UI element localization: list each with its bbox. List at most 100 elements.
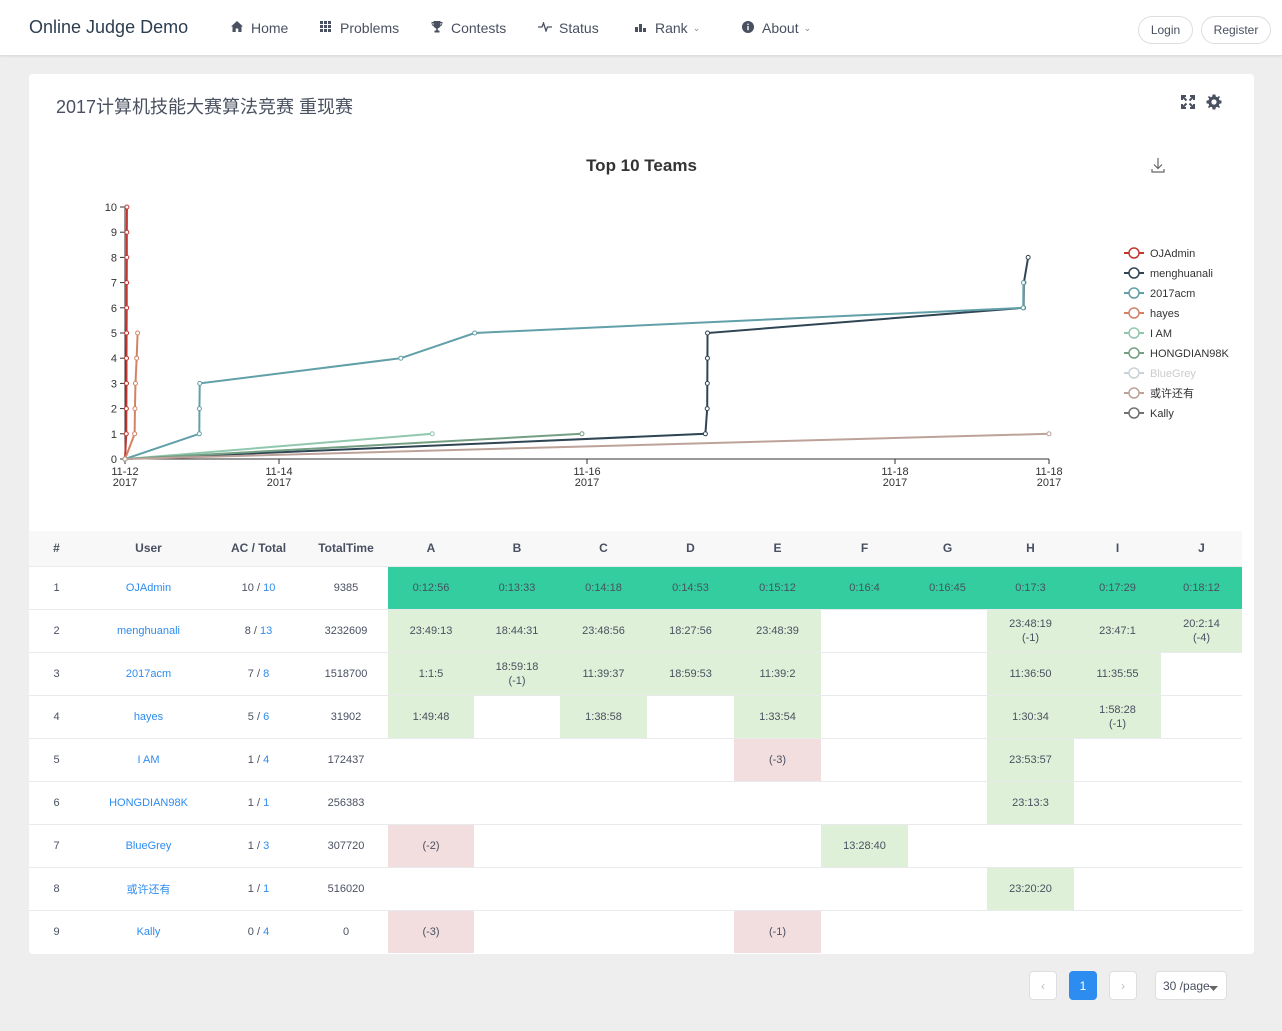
submission-total-link[interactable]: 8 — [263, 668, 269, 680]
total-time-cell: 0 — [304, 909, 388, 953]
ac-total-cell: 1 / 1 — [213, 780, 304, 824]
submission-total-link[interactable]: 4 — [263, 754, 269, 766]
problem-time: 23:48:56 — [582, 624, 625, 637]
chevron-right-icon: › — [1121, 978, 1125, 993]
problem-time: 23:53:57 — [1009, 753, 1052, 766]
problem-time: 0:12:56 — [412, 581, 450, 594]
problem-cell-e — [734, 823, 821, 867]
user-link[interactable]: I AM — [137, 754, 159, 766]
problem-time: 1:49:48 — [412, 710, 450, 723]
problem-cell-h: 11:36:50 — [987, 651, 1074, 695]
problem-time: 18:59:18 — [495, 660, 539, 673]
next-page-button[interactable]: › — [1109, 971, 1137, 1000]
y-tick-label: 6 — [111, 303, 117, 315]
problem-cell-e — [734, 866, 821, 910]
problem-cell-c — [560, 780, 647, 824]
submission-total-link[interactable]: 10 — [263, 582, 275, 594]
nav-problems[interactable]: Problems — [319, 20, 399, 36]
series-point — [1025, 254, 1031, 260]
problem-cell-j — [1161, 823, 1242, 867]
series-point — [1046, 431, 1052, 437]
legend-item[interactable]: OJAdmin — [1124, 247, 1195, 260]
user-cell: 2017acm — [84, 651, 213, 695]
problem-time: (-1) — [768, 925, 787, 938]
series-point — [196, 406, 202, 412]
problem-time: 0:16:45 — [929, 581, 966, 594]
problem-time: 23:47:1 — [1099, 624, 1136, 637]
nav-about[interactable]: About ⌄ — [741, 20, 811, 36]
legend-item[interactable]: 2017acm — [1124, 287, 1195, 300]
rank-cell: 4 — [29, 694, 84, 738]
user-link[interactable]: Kally — [137, 926, 161, 938]
table-row: 5 I AM 1 / 4 172437 (-3) 23:53:57 — [29, 737, 1242, 781]
top-navbar: Online Judge Demo Home Problems Contests… — [0, 0, 1282, 56]
page-size-select[interactable]: 30 /page — [1155, 971, 1227, 1000]
rank-cell: 6 — [29, 780, 84, 824]
table-row: 6 HONGDIAN98K 1 / 1 256383 23:13:3 — [29, 780, 1242, 824]
problem-cell-b — [474, 823, 560, 867]
problem-cell-j — [1161, 694, 1242, 738]
legend-label: OJAdmin — [1150, 248, 1195, 260]
download-icon[interactable] — [1151, 158, 1165, 173]
legend-item[interactable]: BlueGrey — [1124, 367, 1196, 380]
legend-item[interactable]: hayes — [1124, 307, 1180, 320]
user-link[interactable]: 2017acm — [126, 668, 171, 680]
prev-page-button[interactable]: ‹ — [1029, 971, 1057, 1000]
series-point — [124, 204, 130, 210]
problem-cell-c — [560, 866, 647, 910]
problem-time: 23:20:20 — [1009, 882, 1052, 895]
submission-total-link[interactable]: 3 — [263, 840, 269, 852]
x-tick-year: 2017 — [267, 477, 291, 489]
problem-cell-a: 1:1:5 — [388, 651, 474, 695]
user-link[interactable]: 或许还有 — [127, 884, 171, 896]
user-cell: Kally — [84, 909, 213, 953]
problem-time: 0:14:53 — [672, 581, 709, 594]
nav-contests[interactable]: Contests — [430, 20, 506, 36]
legend-item[interactable]: Kally — [1124, 407, 1174, 420]
problem-cell-j — [1161, 909, 1242, 953]
problem-cell-i — [1074, 909, 1161, 953]
problem-cell-j — [1161, 780, 1242, 824]
table-row: 8 或许还有 1 / 1 516020 23:20:20 — [29, 866, 1242, 910]
user-link[interactable]: HONGDIAN98K — [109, 797, 188, 809]
brand-title[interactable]: Online Judge Demo — [29, 17, 188, 38]
series-point — [123, 380, 129, 386]
problem-cell-c — [560, 823, 647, 867]
submission-total-link[interactable]: 1 — [263, 797, 269, 809]
problem-cell-c: 11:39:37 — [560, 651, 647, 695]
col-header-c: C — [560, 531, 647, 566]
problem-cell-e: 0:15:12 — [734, 565, 821, 609]
user-link[interactable]: hayes — [134, 711, 163, 723]
submission-total-link[interactable]: 1 — [263, 883, 269, 895]
y-tick-label: 10 — [105, 202, 117, 214]
col-header-total-time: TotalTime — [304, 531, 388, 566]
login-button[interactable]: Login — [1138, 16, 1193, 44]
legend-label: 2017acm — [1150, 288, 1195, 300]
chart-legend[interactable]: OJAdmin menghuanali 2017acm hayes I AM HONGDI… — [1124, 247, 1230, 420]
y-tick-label: 4 — [111, 353, 117, 365]
user-link[interactable]: OJAdmin — [126, 582, 171, 594]
nav-status[interactable]: Status — [538, 20, 599, 36]
nav-home[interactable]: Home — [230, 20, 288, 36]
page-1-button[interactable]: 1 — [1069, 971, 1097, 1000]
legend-item[interactable]: 或许还有 — [1124, 386, 1194, 400]
ac-total-cell: 1 / 3 — [213, 823, 304, 867]
register-button[interactable]: Register — [1201, 16, 1271, 44]
submission-total-link[interactable]: 13 — [260, 625, 272, 637]
submission-total-link[interactable]: 4 — [263, 926, 269, 938]
y-tick-label: 3 — [111, 378, 117, 390]
legend-item[interactable]: menghuanali — [1124, 267, 1213, 280]
problem-time: 20:2:14 — [1183, 617, 1220, 630]
problem-cell-d: 18:59:53 — [647, 651, 734, 695]
user-link[interactable]: menghuanali — [117, 625, 180, 637]
legend-item[interactable]: HONGDIAN98K — [1124, 347, 1230, 360]
problem-cell-d — [647, 866, 734, 910]
nav-rank[interactable]: Rank ⌄ — [634, 20, 700, 36]
series-point — [132, 380, 138, 386]
user-link[interactable]: BlueGrey — [126, 840, 172, 852]
series-point — [398, 355, 404, 361]
series-point — [1020, 305, 1026, 311]
problem-cell-a: 1:49:48 — [388, 694, 474, 738]
legend-item[interactable]: I AM — [1124, 327, 1172, 340]
submission-total-link[interactable]: 6 — [263, 711, 269, 723]
